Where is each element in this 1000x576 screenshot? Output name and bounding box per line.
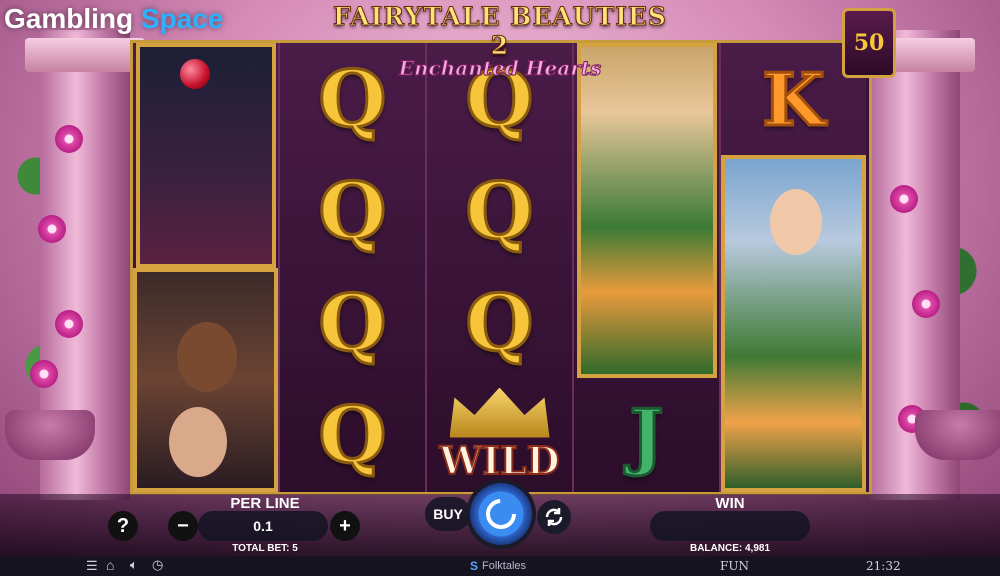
flower-icon: [890, 185, 918, 213]
flower-icon: [912, 290, 940, 318]
autoplay-icon: [545, 508, 563, 526]
beast-and-belle-symbol: [133, 268, 278, 492]
buy-bonus-button[interactable]: BUY: [425, 497, 471, 531]
game-stage: Q Q Q Q Q Q Q WILD J K FAIRYTALE BEAUTIE…: [0, 0, 1000, 576]
help-button[interactable]: ?: [108, 511, 138, 541]
sound-icon[interactable]: 🔈︎: [130, 557, 138, 573]
spin-button[interactable]: [470, 483, 532, 545]
menu-icon[interactable]: ☰: [86, 558, 98, 574]
left-urn: [5, 410, 95, 460]
q-symbol: Q: [464, 276, 535, 370]
home-icon[interactable]: ⌂: [106, 557, 114, 573]
per-line-value: 0.1: [198, 511, 328, 541]
reel-grid: Q Q Q Q Q Q Q WILD J K: [130, 40, 872, 495]
flower-icon: [55, 310, 83, 338]
rapunzel-symbol: [721, 155, 866, 492]
flower-icon: [30, 360, 58, 388]
play-mode: FUN: [720, 559, 749, 573]
q-symbol: Q: [317, 164, 388, 258]
history-icon[interactable]: ◷: [152, 557, 163, 573]
game-logo: FAIRYTALE BEAUTIES 2 Enchanted Hearts: [320, 2, 680, 81]
game-subtitle: Enchanted Hearts: [398, 56, 602, 81]
wild-symbol: WILD: [427, 379, 572, 491]
q-symbol: Q: [317, 276, 388, 370]
provider-name: Folktales: [482, 560, 527, 572]
balance-label: BALANCE: 4,981: [689, 543, 771, 554]
status-bar: ☰ ⌂ 🔈︎ ◷ S Folktales FUN 21:32: [0, 556, 1000, 576]
flower-icon: [38, 215, 66, 243]
increase-bet-button[interactable]: +: [330, 511, 360, 541]
per-line-label: PER LINE: [230, 495, 300, 512]
paylines-badge: 50: [842, 8, 896, 78]
beast-face: [177, 322, 237, 392]
belle-green-dress-symbol: [577, 43, 717, 378]
autoplay-button[interactable]: [537, 500, 571, 534]
reel-4: J: [574, 43, 721, 492]
provider-logo-icon: S: [470, 559, 479, 573]
reel-5: K: [721, 43, 866, 492]
witch-symbol: [136, 43, 276, 268]
flower-icon: [55, 125, 83, 153]
crown-icon: [449, 387, 550, 438]
q-symbol: Q: [317, 388, 388, 482]
watermark-logo: Gambling Space: [4, 3, 224, 34]
belle-face: [169, 407, 227, 477]
win-value: [650, 511, 810, 541]
clock: 21:32: [866, 559, 901, 573]
spin-icon: [486, 499, 516, 529]
reel-3: Q Q Q WILD: [427, 43, 574, 492]
decrease-bet-button[interactable]: −: [168, 511, 198, 541]
j-symbol: J: [628, 391, 665, 479]
reel-1: [133, 43, 280, 492]
game-title: FAIRYTALE BEAUTIES 2: [333, 2, 667, 61]
total-bet-label: TOTAL BET: 5: [232, 543, 298, 554]
q-symbol: Q: [464, 164, 535, 258]
right-urn: [915, 410, 1000, 460]
reel-2: Q Q Q Q: [280, 43, 427, 492]
win-label: WIN: [715, 495, 745, 512]
left-pillar-cap: [25, 38, 145, 72]
apple-icon: [180, 59, 210, 89]
rapunzel-face: [770, 189, 822, 255]
